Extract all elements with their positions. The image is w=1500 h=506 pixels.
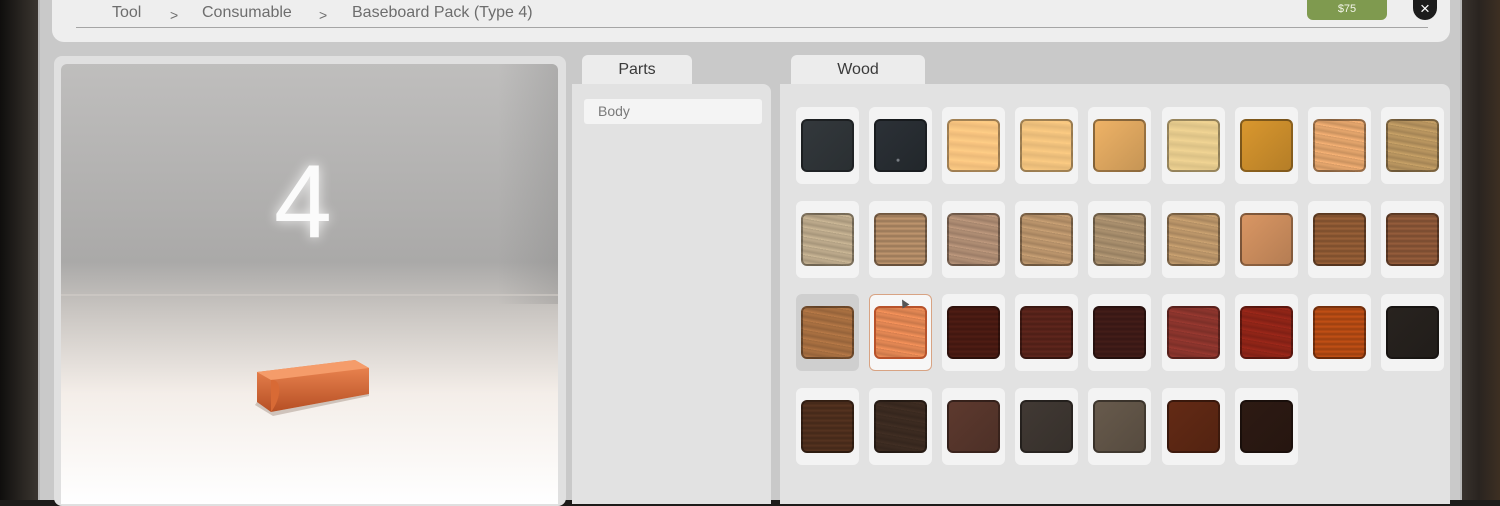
wood-swatch[interactable] xyxy=(1307,107,1371,184)
wood-swatch-chip xyxy=(1166,399,1220,453)
item-preview[interactable]: 4 xyxy=(61,64,558,504)
price-badge: $75 xyxy=(1307,0,1387,20)
wood-swatch[interactable] xyxy=(1161,294,1225,371)
wood-swatch-chip xyxy=(801,306,854,359)
close-button[interactable]: × xyxy=(1413,0,1437,20)
wood-swatch[interactable] xyxy=(1161,387,1225,465)
wood-swatch-chip xyxy=(801,212,854,266)
wood-swatch-chip xyxy=(947,306,1001,359)
baseboard-model xyxy=(255,360,369,416)
wood-swatch-chip xyxy=(1239,399,1293,453)
breadcrumb-separator: > xyxy=(319,7,328,23)
preview-floor-line xyxy=(61,294,558,296)
wood-swatch[interactable] xyxy=(1088,107,1152,184)
wood-swatch-chip xyxy=(1166,212,1220,266)
wood-swatch-chip xyxy=(1093,119,1147,172)
wood-swatch-chip xyxy=(1385,212,1439,266)
preview-type-number: 4 xyxy=(274,144,332,260)
customization-window: Tool > Consumable > Baseboard Pack (Type… xyxy=(38,0,1462,506)
wood-swatch-chip xyxy=(1166,306,1220,359)
wood-swatch[interactable] xyxy=(1234,294,1298,371)
wood-swatch-chip xyxy=(1020,306,1074,359)
wood-swatch-chip xyxy=(1239,212,1293,266)
part-item-body[interactable]: Body xyxy=(584,99,762,124)
wood-swatch[interactable] xyxy=(1380,200,1444,278)
wood-swatch-chip xyxy=(1385,306,1439,359)
wood-swatch-chip xyxy=(947,212,1001,266)
wood-swatch-chip xyxy=(1312,306,1366,359)
breadcrumb-tool[interactable]: Tool xyxy=(112,4,141,22)
background-right xyxy=(1458,0,1500,500)
breadcrumb-separator: > xyxy=(170,7,179,23)
wood-swatch-chip xyxy=(947,399,1001,453)
tab-wood[interactable]: Wood xyxy=(791,55,925,85)
wood-swatch[interactable] xyxy=(1015,294,1079,371)
wood-swatch-chip xyxy=(1093,306,1147,359)
wood-swatch[interactable] xyxy=(942,387,1006,465)
wood-swatch-chip xyxy=(1020,399,1074,453)
wood-swatch[interactable] xyxy=(1234,387,1298,465)
wood-swatch[interactable] xyxy=(1088,387,1152,465)
wood-swatch-chip xyxy=(874,306,928,359)
wood-swatch-chip xyxy=(1239,306,1293,359)
wood-swatch-chip xyxy=(874,119,928,172)
wood-swatch-chip xyxy=(1093,212,1147,266)
wood-swatch[interactable] xyxy=(1015,387,1079,465)
header-bar: Tool > Consumable > Baseboard Pack (Type… xyxy=(52,0,1450,42)
wood-swatch[interactable] xyxy=(1380,294,1444,371)
breadcrumb-item-name: Baseboard Pack (Type 4) xyxy=(352,4,533,21)
wood-swatch[interactable] xyxy=(796,200,859,278)
wood-swatch[interactable] xyxy=(1380,107,1444,184)
wood-swatch[interactable] xyxy=(1088,200,1152,278)
wood-swatch[interactable] xyxy=(1307,294,1371,371)
wood-swatch[interactable] xyxy=(942,294,1006,371)
wood-swatch-chip xyxy=(1385,119,1439,172)
wood-swatch[interactable] xyxy=(869,107,933,184)
breadcrumb-divider xyxy=(76,27,1428,28)
wood-swatch-chip xyxy=(874,399,928,453)
wood-swatch-chip xyxy=(947,119,1001,172)
wood-swatch-chip xyxy=(801,399,854,453)
wood-swatch[interactable] xyxy=(869,200,933,278)
wood-swatch-chip xyxy=(1166,119,1220,172)
wood-swatch-chip xyxy=(1020,212,1074,266)
parts-panel xyxy=(572,84,771,504)
wood-swatch[interactable] xyxy=(942,107,1006,184)
wood-swatch[interactable] xyxy=(796,107,859,184)
wood-swatch-chip xyxy=(1020,119,1074,172)
wood-swatch[interactable] xyxy=(1234,200,1298,278)
wood-swatch[interactable] xyxy=(1161,107,1225,184)
wood-swatch[interactable] xyxy=(1015,107,1079,184)
wood-swatch[interactable] xyxy=(796,387,859,465)
wood-swatch-chip xyxy=(874,212,928,266)
wood-swatch-chip xyxy=(1312,119,1366,172)
tab-parts[interactable]: Parts xyxy=(582,55,692,85)
wood-swatch-chip xyxy=(1239,119,1293,172)
wood-swatch[interactable] xyxy=(942,200,1006,278)
wood-swatch-chip xyxy=(1093,399,1147,453)
preview-wall-shade xyxy=(498,64,558,304)
close-icon: × xyxy=(1420,0,1430,18)
breadcrumb-consumable[interactable]: Consumable xyxy=(202,4,292,22)
wood-swatch-chip xyxy=(1312,212,1366,266)
wood-swatch[interactable] xyxy=(1161,200,1225,278)
wood-swatch[interactable] xyxy=(869,387,933,465)
wood-swatch[interactable] xyxy=(1307,200,1371,278)
wood-swatch[interactable] xyxy=(796,294,859,371)
wood-swatch[interactable] xyxy=(1088,294,1152,371)
background-left xyxy=(0,0,38,500)
wood-swatch[interactable] xyxy=(1015,200,1079,278)
wood-swatch-chip xyxy=(801,119,854,172)
wood-swatch[interactable] xyxy=(1234,107,1298,184)
